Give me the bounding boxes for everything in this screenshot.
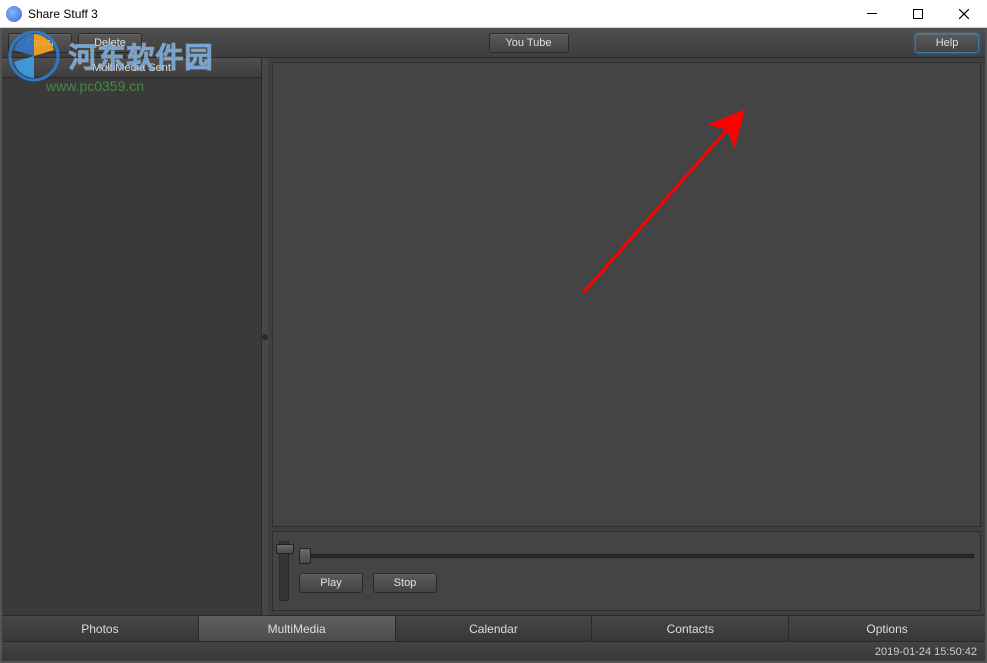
status-bar: 2019-01-24 15:50:42 — [2, 641, 985, 661]
sidebar-list[interactable] — [2, 78, 261, 615]
tab-photos[interactable]: Photos — [2, 616, 199, 641]
sidebar: MultiMedia Sent — [2, 58, 262, 615]
tab-contacts[interactable]: Contacts — [592, 616, 789, 641]
annotation-arrow-icon — [563, 103, 753, 303]
seek-slider[interactable] — [299, 549, 974, 563]
splitter-handle[interactable] — [262, 58, 268, 615]
bottom-tabs: PhotosMultiMediaCalendarContactsOptions — [2, 615, 985, 641]
status-timestamp: 2019-01-24 15:50:42 — [875, 646, 977, 658]
seek-thumb[interactable] — [299, 548, 311, 564]
youtube-button[interactable]: You Tube — [489, 33, 569, 53]
player-controls: Play Stop — [272, 531, 981, 611]
volume-slider[interactable] — [279, 541, 289, 601]
volume-thumb[interactable] — [276, 544, 294, 554]
help-button[interactable]: Help — [915, 33, 979, 53]
preview-area — [272, 62, 981, 527]
top-toolbar: Open Delete You Tube Help — [2, 28, 985, 58]
tab-options[interactable]: Options — [789, 616, 985, 641]
app-icon — [6, 6, 22, 22]
window-title: Share Stuff 3 — [28, 7, 98, 21]
play-button[interactable]: Play — [299, 573, 363, 593]
tab-multimedia[interactable]: MultiMedia — [199, 616, 396, 641]
open-button[interactable]: Open — [8, 33, 72, 53]
window-minimize-button[interactable] — [849, 0, 895, 27]
window-close-button[interactable] — [941, 0, 987, 27]
sidebar-header: MultiMedia Sent — [2, 58, 261, 78]
tab-calendar[interactable]: Calendar — [396, 616, 593, 641]
window-maximize-button[interactable] — [895, 0, 941, 27]
stop-button[interactable]: Stop — [373, 573, 437, 593]
delete-button[interactable]: Delete — [78, 33, 142, 53]
window-titlebar: Share Stuff 3 — [0, 0, 987, 28]
